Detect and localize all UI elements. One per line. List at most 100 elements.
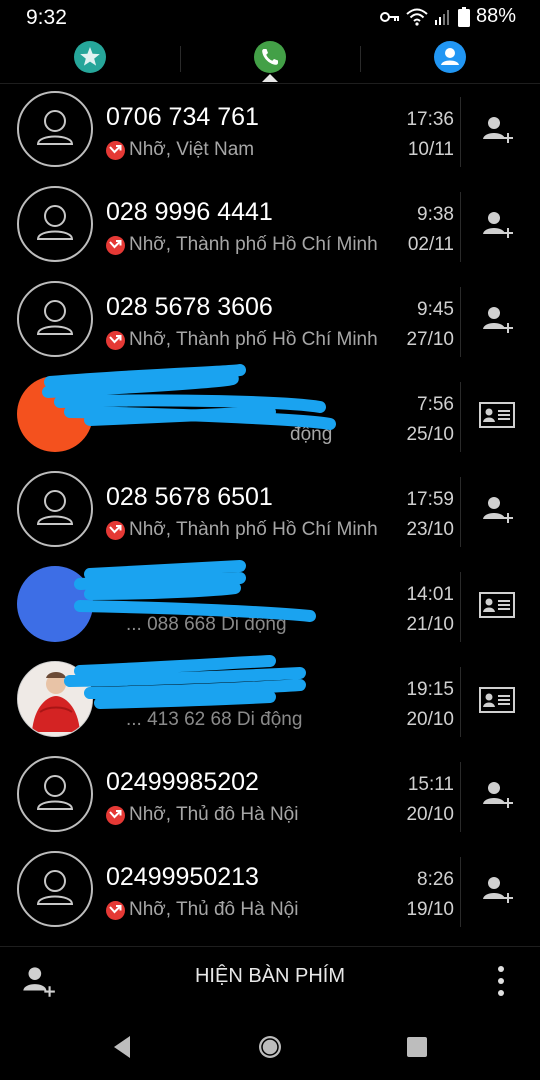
default-person-icon: [36, 205, 74, 240]
back-icon: [114, 1036, 130, 1058]
call-time: 17:36: [406, 109, 454, 130]
call-detail: ... 088 668 Di động: [126, 614, 287, 636]
contact-card-icon: [479, 592, 515, 618]
call-detail: Nhỡ, Thành phố Hồ Chí Minh: [106, 234, 378, 256]
more-vert-icon: [498, 966, 504, 996]
show-keypad-button[interactable]: HIỆN BÀN PHÍM: [120, 965, 420, 988]
row-divider: [460, 572, 461, 642]
call-detail-text: ... 413 62 68 Di động: [126, 709, 303, 730]
call-time: 8:26: [417, 869, 454, 890]
status-bar: 9:32 88%: [0, 0, 540, 36]
add-contact-icon: [483, 307, 513, 333]
call-log-row[interactable]: 0706 734 761 Nhỡ, Việt Nam 17:36 10/11: [0, 85, 540, 180]
row-divider: [460, 667, 461, 737]
tab-contacts[interactable]: [360, 40, 540, 80]
wifi-icon: [406, 8, 428, 26]
add-contact-button[interactable]: [472, 297, 522, 343]
avatar[interactable]: [17, 756, 93, 832]
selected-tab-indicator: [262, 74, 278, 82]
add-contact-button[interactable]: [472, 487, 522, 533]
call-detail-text: Nhỡ, Thành phố Hồ Chí Minh: [129, 234, 378, 255]
home-icon: [259, 1036, 281, 1058]
call-date: 10/11: [407, 139, 454, 160]
avatar[interactable]: [17, 566, 93, 642]
caller-name: 0706 734 761: [106, 103, 259, 131]
recents-button[interactable]: [400, 1030, 434, 1064]
call-date: 19/10: [406, 899, 454, 920]
row-divider: [460, 762, 461, 832]
new-contact-button[interactable]: [18, 961, 58, 1001]
default-person-icon: [36, 870, 74, 905]
call-time: 7:56: [417, 394, 454, 415]
row-divider: [460, 97, 461, 167]
missed-call-icon: [106, 900, 125, 920]
battery-percent: 88%: [475, 5, 516, 27]
call-time: 9:45: [417, 299, 454, 320]
call-log-row[interactable]: ... 413 62 68 Di động 19:15 20/10: [0, 655, 540, 750]
add-contact-icon: [483, 877, 513, 903]
call-time: 15:11: [407, 774, 454, 795]
call-detail: Nhỡ, Thành phố Hồ Chí Minh: [106, 519, 378, 541]
row-divider: [460, 477, 461, 547]
default-person-icon: [36, 300, 74, 335]
contact-card-icon: [479, 402, 515, 428]
missed-call-icon: [106, 330, 125, 350]
avatar[interactable]: [17, 91, 93, 167]
call-detail: Nhỡ, Thủ đô Hà Nội: [106, 899, 298, 921]
call-date: 23/10: [406, 519, 454, 540]
call-detail-text: Nhỡ, Thủ đô Hà Nội: [129, 804, 299, 825]
call-detail: động: [290, 424, 332, 446]
add-contact-icon: [483, 117, 513, 143]
call-detail-text: động: [290, 424, 333, 445]
avatar[interactable]: [17, 376, 93, 452]
avatar[interactable]: [17, 661, 93, 737]
avatar[interactable]: [17, 471, 93, 547]
tab-favorites[interactable]: [0, 40, 180, 80]
default-person-icon: [36, 490, 74, 525]
call-date: 20/10: [406, 804, 454, 825]
view-contact-button[interactable]: [472, 677, 522, 723]
recents-icon: [407, 1037, 427, 1057]
call-date: 20/10: [406, 709, 454, 730]
call-log-row[interactable]: 028 9996 4441 Nhỡ, Thành phố Hồ Chí Minh…: [0, 180, 540, 275]
add-contact-button[interactable]: [472, 107, 522, 153]
call-detail-text: ... 088 668 Di động: [126, 614, 287, 635]
phone-icon: [254, 41, 286, 73]
add-contact-button[interactable]: [472, 202, 522, 248]
avatar[interactable]: [17, 186, 93, 262]
back-button[interactable]: [106, 1030, 140, 1064]
caller-name: 02499985202: [106, 768, 259, 796]
call-log-row[interactable]: 028 5678 6501 Nhỡ, Thành phố Hồ Chí Minh…: [0, 465, 540, 560]
key-icon: [379, 11, 399, 22]
missed-call-icon: [106, 140, 125, 160]
call-log-row[interactable]: 02499950213 Nhỡ, Thủ đô Hà Nội 8:26 19/1…: [0, 845, 540, 940]
call-date: 25/10: [406, 424, 454, 445]
home-button[interactable]: [253, 1030, 287, 1064]
missed-call-icon: [106, 805, 125, 825]
add-contact-button[interactable]: [472, 772, 522, 818]
top-tabs: [0, 36, 540, 84]
call-time: 9:38: [417, 204, 454, 225]
call-detail-text: Nhỡ, Việt Nam: [129, 139, 255, 160]
caller-name: 028 5678 6501: [106, 483, 273, 511]
view-contact-button[interactable]: [472, 582, 522, 628]
call-log-row[interactable]: động 7:56 25/10: [0, 364, 540, 465]
call-log-row[interactable]: ... 088 668 Di động 14:01 21/10: [0, 560, 540, 655]
call-detail: Nhỡ, Thành phố Hồ Chí Minh: [106, 329, 378, 351]
call-detail-text: Nhỡ, Thủ đô Hà Nội: [129, 899, 299, 920]
avatar[interactable]: [17, 281, 93, 357]
call-detail: ... 413 62 68 Di động: [126, 709, 302, 731]
call-detail: Nhỡ, Việt Nam: [106, 139, 254, 161]
view-contact-button[interactable]: [472, 392, 522, 438]
call-detail: Nhỡ, Thủ đô Hà Nội: [106, 804, 298, 826]
add-contact-button[interactable]: [472, 867, 522, 913]
more-options-button[interactable]: [486, 961, 516, 1001]
call-log-row[interactable]: 02499985202 Nhỡ, Thủ đô Hà Nội 15:11 20/…: [0, 750, 540, 845]
caller-name: 028 5678 3606: [106, 293, 273, 321]
avatar[interactable]: [17, 851, 93, 927]
system-nav-bar: [0, 1014, 540, 1080]
call-log-row[interactable]: 028 5678 3606 Nhỡ, Thành phố Hồ Chí Minh…: [0, 275, 540, 370]
call-log-list: 0706 734 761 Nhỡ, Việt Nam 17:36 10/11 0…: [0, 85, 540, 940]
call-time: 17:59: [406, 489, 454, 510]
add-contact-icon: [483, 497, 513, 523]
